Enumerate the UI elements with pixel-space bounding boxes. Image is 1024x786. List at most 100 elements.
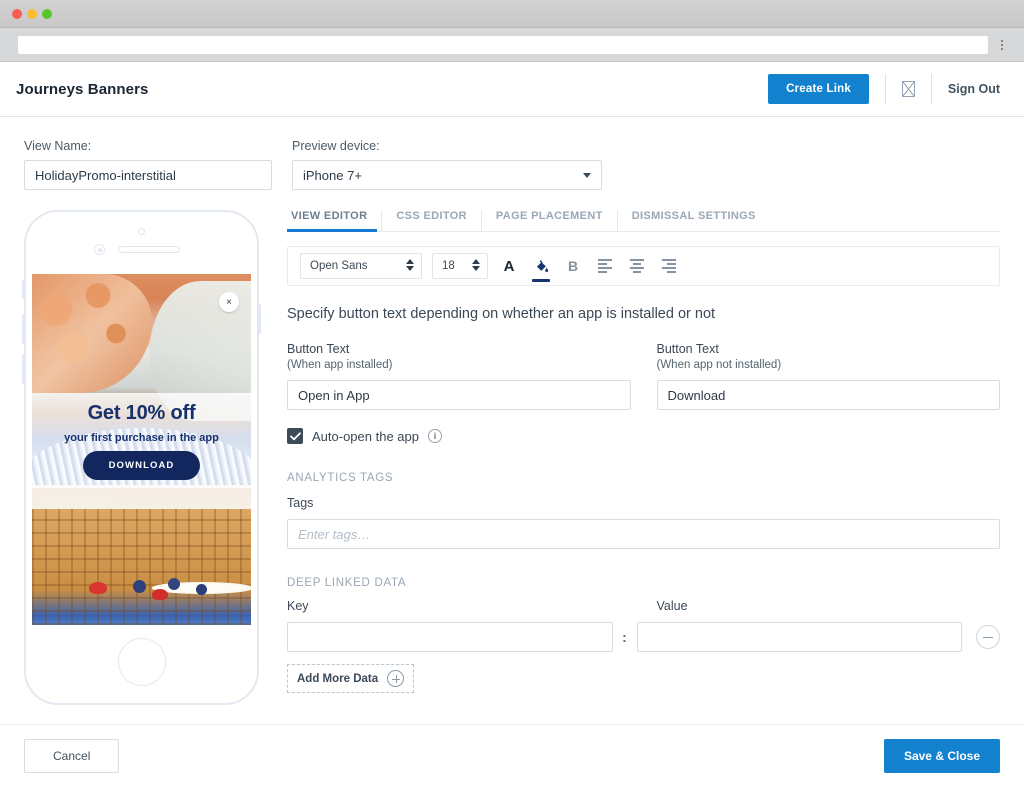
value-label: Value xyxy=(657,599,1001,613)
font-size-select-wrap: 18 xyxy=(432,253,488,279)
banner-overlay: Get 10% off your first purchase in the a… xyxy=(32,393,251,488)
preview-device-group: Preview device: iPhone 7+ xyxy=(292,139,602,190)
banner-close-icon[interactable]: × xyxy=(219,292,239,312)
blueberry xyxy=(133,580,146,593)
view-name-group: View Name: xyxy=(24,139,272,190)
deep-link-key-input[interactable] xyxy=(287,622,613,652)
banner-subheadline: your first purchase in the app xyxy=(64,432,219,444)
fill-color-icon[interactable] xyxy=(530,253,552,279)
tab-page-placement[interactable]: PAGE PLACEMENT xyxy=(482,210,618,231)
url-input[interactable] xyxy=(18,36,988,54)
editor-tabs: VIEW EDITOR CSS EDITOR PAGE PLACEMENT DI… xyxy=(287,210,1000,232)
pastry-texture xyxy=(32,274,152,393)
editor-description: Specify button text depending on whether… xyxy=(287,306,1000,322)
key-label-wrap: Key xyxy=(287,599,631,613)
banner-download-button[interactable]: DOWNLOAD xyxy=(83,451,201,480)
value-label-wrap: Value xyxy=(657,599,1001,613)
app-root: Journeys Banners Create Link Sign Out Vi… xyxy=(0,0,1024,786)
page-title: Journeys Banners xyxy=(16,81,148,98)
phone-camera-icon xyxy=(94,244,105,255)
tab-view-editor[interactable]: VIEW EDITOR xyxy=(287,210,382,231)
font-family-select-wrap: Open Sans xyxy=(300,253,422,279)
browser-titlebar xyxy=(0,0,1024,28)
phone-screen: × Get 10% off your first purchase in the… xyxy=(32,274,251,625)
minimize-window-button[interactable] xyxy=(27,9,37,19)
editor-body: × Get 10% off your first purchase in the… xyxy=(0,190,1024,705)
phone-power-button xyxy=(258,304,261,334)
strawberry xyxy=(152,589,168,600)
bold-icon[interactable]: B xyxy=(562,253,584,279)
plus-icon xyxy=(387,670,404,687)
browser-chrome xyxy=(0,0,1024,62)
button-text-fields: Button Text (When app installed) Button … xyxy=(287,342,1000,410)
value-field-wrap xyxy=(637,622,963,652)
button-installed-label: Button Text xyxy=(287,342,631,356)
cancel-button[interactable]: Cancel xyxy=(24,739,119,773)
phone-sensor-icon xyxy=(138,228,145,235)
analytics-tags-section-title: ANALYTICS TAGS xyxy=(287,472,1000,484)
kv-labels: Key Value xyxy=(287,599,1000,613)
phone-silent-switch xyxy=(22,280,25,299)
phone-preview: × Get 10% off your first purchase in the… xyxy=(24,210,259,705)
waffle-texture xyxy=(32,509,251,625)
add-more-data-button[interactable]: Add More Data xyxy=(287,664,414,693)
remove-data-row-icon[interactable] xyxy=(976,625,1000,649)
strawberry xyxy=(89,582,107,594)
blueberry xyxy=(168,578,180,590)
deep-link-value-input[interactable] xyxy=(637,622,963,652)
tags-label: Tags xyxy=(287,496,1000,510)
phone-home-button xyxy=(118,638,166,686)
button-installed-sublabel: (When app installed) xyxy=(287,359,631,371)
deep-linked-data-row: : xyxy=(287,622,1000,652)
font-family-select[interactable]: Open Sans xyxy=(301,254,421,278)
auto-open-row: Auto-open the app i xyxy=(287,428,1000,444)
tab-dismissal-settings[interactable]: DISMISSAL SETTINGS xyxy=(618,210,770,231)
auto-open-label: Auto-open the app xyxy=(312,429,419,444)
view-name-input[interactable] xyxy=(24,160,272,190)
button-installed-input[interactable] xyxy=(287,380,631,410)
window-controls xyxy=(12,9,52,19)
zoom-window-button[interactable] xyxy=(42,9,52,19)
key-label: Key xyxy=(287,599,631,613)
phone-volume-up-button xyxy=(22,314,25,344)
sign-out-link[interactable]: Sign Out xyxy=(948,82,1000,96)
deep-linked-data-section-title: DEEP LINKED DATA xyxy=(287,577,1000,589)
header-divider-1 xyxy=(885,74,886,104)
editor-panel: VIEW EDITOR CSS EDITOR PAGE PLACEMENT DI… xyxy=(287,210,1000,705)
button-not-installed-sublabel: (When app not installed) xyxy=(657,359,1001,371)
key-field-wrap xyxy=(287,622,613,652)
align-center-icon[interactable] xyxy=(626,253,648,279)
button-not-installed-input[interactable] xyxy=(657,380,1001,410)
phone-volume-down-button xyxy=(22,354,25,384)
button-installed-group: Button Text (When app installed) xyxy=(287,342,631,410)
missing-glyph-icon[interactable] xyxy=(902,81,915,97)
app-header: Journeys Banners Create Link Sign Out xyxy=(0,62,1024,117)
top-field-row: View Name: Preview device: iPhone 7+ xyxy=(0,117,1024,190)
header-actions: Create Link Sign Out xyxy=(768,74,1000,104)
browser-toolbar xyxy=(0,28,1024,62)
kebab-menu-icon[interactable] xyxy=(988,40,1016,50)
align-left-icon[interactable] xyxy=(594,253,616,279)
save-and-close-button[interactable]: Save & Close xyxy=(884,739,1000,773)
font-size-select[interactable]: 18 xyxy=(433,254,487,278)
button-not-installed-group: Button Text (When app not installed) xyxy=(657,342,1001,410)
button-not-installed-label: Button Text xyxy=(657,342,1001,356)
close-window-button[interactable] xyxy=(12,9,22,19)
preview-device-label: Preview device: xyxy=(292,139,602,153)
text-color-icon[interactable]: A xyxy=(498,253,520,279)
auto-open-checkbox[interactable] xyxy=(287,428,303,444)
banner-headline: Get 10% off xyxy=(88,402,196,425)
kv-separator: : xyxy=(613,622,637,652)
view-name-label: View Name: xyxy=(24,139,272,153)
align-right-icon[interactable] xyxy=(658,253,680,279)
phone-speaker-icon xyxy=(118,246,180,253)
preview-device-select[interactable]: iPhone 7+ xyxy=(292,160,602,190)
footer-bar: Cancel Save & Close xyxy=(0,724,1024,786)
tags-input[interactable] xyxy=(287,519,1000,549)
header-divider-2 xyxy=(931,74,932,104)
create-link-button[interactable]: Create Link xyxy=(768,74,869,104)
add-more-data-label: Add More Data xyxy=(297,673,378,685)
text-format-toolbar: Open Sans 18 A xyxy=(287,246,1000,286)
info-icon[interactable]: i xyxy=(428,429,442,443)
tab-css-editor[interactable]: CSS EDITOR xyxy=(382,210,482,231)
